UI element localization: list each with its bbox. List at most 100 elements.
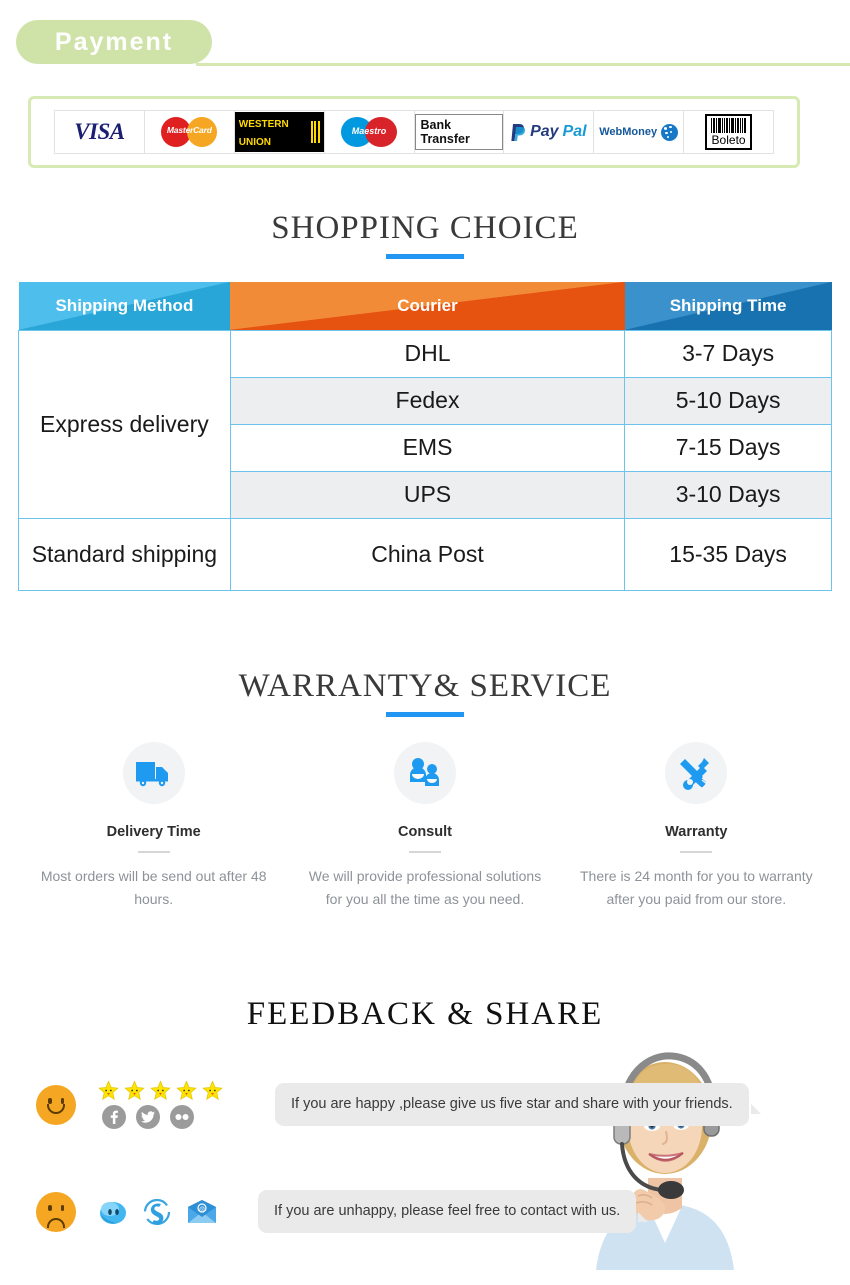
svg-text:@: @	[199, 1207, 205, 1213]
cell-courier: Fedex	[229, 376, 626, 425]
warranty-title-block: WARRANTY& SERVICE	[0, 668, 850, 717]
mastercard-logo-text: MasterCard	[166, 125, 212, 135]
maestro-icon: Maestro	[341, 117, 398, 147]
cell-shipping-time: 7-15 Days	[624, 423, 832, 472]
feedback-share-title: FEEDBACK & SHARE	[246, 996, 604, 1032]
payment-heading-text: Payment	[54, 27, 174, 56]
happy-face-icon	[36, 1084, 76, 1125]
warranty-item-name: Delivery Time	[106, 824, 201, 840]
warranty-item-divider	[680, 851, 713, 853]
western-union-icon: WESTERN UNION	[234, 112, 324, 152]
feedback-title-block: FEEDBACK & SHARE	[0, 996, 850, 1033]
mastercard-icon: MasterCard	[161, 117, 218, 147]
shopping-choice-title-block: SHOPPING CHOICE	[0, 210, 850, 259]
table-header-row: Shipping Method Courier Shipping Time	[18, 282, 832, 330]
western-union-text-top: WESTERN	[238, 119, 289, 130]
warranty-item-divider	[408, 851, 441, 853]
social-share-buttons	[102, 1105, 223, 1129]
western-union-bars	[310, 121, 320, 143]
people-icon	[409, 758, 439, 786]
warranty-item-warranty: Warranty There is 24 month for you to wa…	[561, 742, 832, 911]
column-header-shipping-method: Shipping Method	[18, 282, 231, 330]
five-star-rating	[98, 1080, 223, 1101]
webmoney-icon	[661, 123, 679, 141]
msn-icon[interactable]	[98, 1198, 128, 1226]
table-row: Express delivery DHL 3-7 Days	[18, 329, 832, 519]
skype-icon[interactable]	[142, 1198, 172, 1226]
star-icon	[124, 1080, 145, 1100]
cell-shipping-time: 15-35 Days	[624, 517, 832, 591]
star-icon	[176, 1080, 197, 1100]
boleto-barcode	[711, 118, 747, 133]
rating-and-social	[98, 1080, 223, 1129]
payment-method-paypal: Pay Pal	[504, 111, 595, 153]
twitter-icon[interactable]	[136, 1105, 160, 1129]
payment-methods-box: VISA MasterCard WESTERN UNION Maestro Ba…	[28, 96, 800, 168]
bank-transfer-logo-text: Bank Transfer	[414, 114, 504, 150]
sad-face-icon	[36, 1191, 76, 1232]
payment-method-mastercard: MasterCard	[144, 111, 235, 153]
payment-method-bank-transfer: Bank Transfer	[414, 111, 505, 153]
payment-method-boleto: Boleto	[684, 111, 773, 153]
warranty-item-delivery-time: Delivery Time Most orders will be send o…	[18, 742, 289, 911]
warranty-item-desc: There is 24 month for you to warranty af…	[579, 868, 813, 908]
warranty-item-name: Warranty	[665, 824, 728, 840]
shipping-table: Shipping Method Courier Shipping Time Ex…	[18, 282, 832, 591]
column-header-shipping-time: Shipping Time	[624, 282, 832, 330]
warranty-item-divider	[137, 851, 170, 853]
table-row: Standard shipping China Post 15-35 Days	[18, 517, 832, 591]
star-icon	[150, 1080, 171, 1100]
paypal-logo-text-pal: Pal	[562, 123, 587, 140]
warranty-item-name: Consult	[398, 824, 452, 840]
warranty-item-desc: We will provide professional solutions f…	[308, 868, 542, 908]
star-icon	[98, 1080, 119, 1100]
visa-logo-text: VISA	[74, 119, 125, 144]
star-icon	[202, 1080, 223, 1100]
flickr-icon[interactable]	[170, 1105, 194, 1129]
email-icon[interactable]: @	[186, 1199, 218, 1225]
payment-header: Payment	[0, 0, 850, 78]
facebook-icon[interactable]	[102, 1105, 126, 1129]
cell-shipping-method-express: Express delivery	[18, 329, 231, 519]
warranty-service-columns: Delivery Time Most orders will be send o…	[18, 742, 832, 911]
warranty-item-consult: Consult We will provide professional sol…	[289, 742, 560, 911]
payment-heading-pill: Payment	[16, 20, 212, 64]
shopping-choice-title: SHOPPING CHOICE	[271, 210, 579, 246]
warranty-service-title: WARRANTY& SERVICE	[238, 668, 612, 704]
cell-courier: DHL	[229, 329, 626, 378]
unhappy-message-bubble: If you are unhappy, please feel free to …	[258, 1190, 649, 1234]
cell-shipping-time: 5-10 Days	[624, 376, 832, 425]
truck-icon	[135, 762, 168, 787]
maestro-logo-text: Maestro	[351, 126, 387, 136]
payment-method-visa: VISA	[55, 111, 145, 153]
shopping-choice-underline	[386, 254, 464, 259]
boleto-icon: Boleto	[705, 114, 753, 150]
boleto-logo-text: Boleto	[711, 133, 746, 147]
cell-courier: China Post	[229, 517, 626, 591]
cell-shipping-method-standard: Standard shipping	[18, 517, 231, 591]
contact-icons: @	[98, 1198, 218, 1226]
paypal-logo-text-pay: Pay	[530, 123, 559, 140]
cell-shipping-time: 3-10 Days	[624, 470, 832, 519]
webmoney-logo-text: WebMoney	[599, 126, 658, 138]
cell-courier: UPS	[229, 470, 626, 519]
happy-message-bubble: If you are happy ,please give us five st…	[275, 1082, 761, 1126]
paypal-icon	[511, 123, 526, 141]
customer-service-agent-photo	[578, 1038, 753, 1270]
payment-method-webmoney: WebMoney	[594, 111, 685, 153]
cell-courier: EMS	[229, 423, 626, 472]
delivery-time-icon-circle	[122, 742, 185, 804]
tools-icon	[680, 758, 711, 790]
column-header-courier: Courier	[230, 282, 625, 330]
green-divider-rule	[196, 63, 850, 66]
warranty-item-desc: Most orders will be send out after 48 ho…	[40, 868, 267, 908]
feedback-row-unhappy: @ If you are unhappy, please feel free t…	[36, 1190, 649, 1234]
feedback-row-happy: If you are happy ,please give us five st…	[36, 1080, 761, 1129]
western-union-text-bottom: UNION	[238, 137, 271, 148]
consult-icon-circle	[393, 742, 456, 804]
payment-method-western-union: WESTERN UNION	[234, 111, 325, 153]
warranty-icon-circle	[665, 742, 728, 804]
cell-shipping-time: 3-7 Days	[624, 329, 832, 378]
warranty-service-underline	[386, 712, 464, 717]
payment-method-maestro: Maestro	[324, 111, 415, 153]
